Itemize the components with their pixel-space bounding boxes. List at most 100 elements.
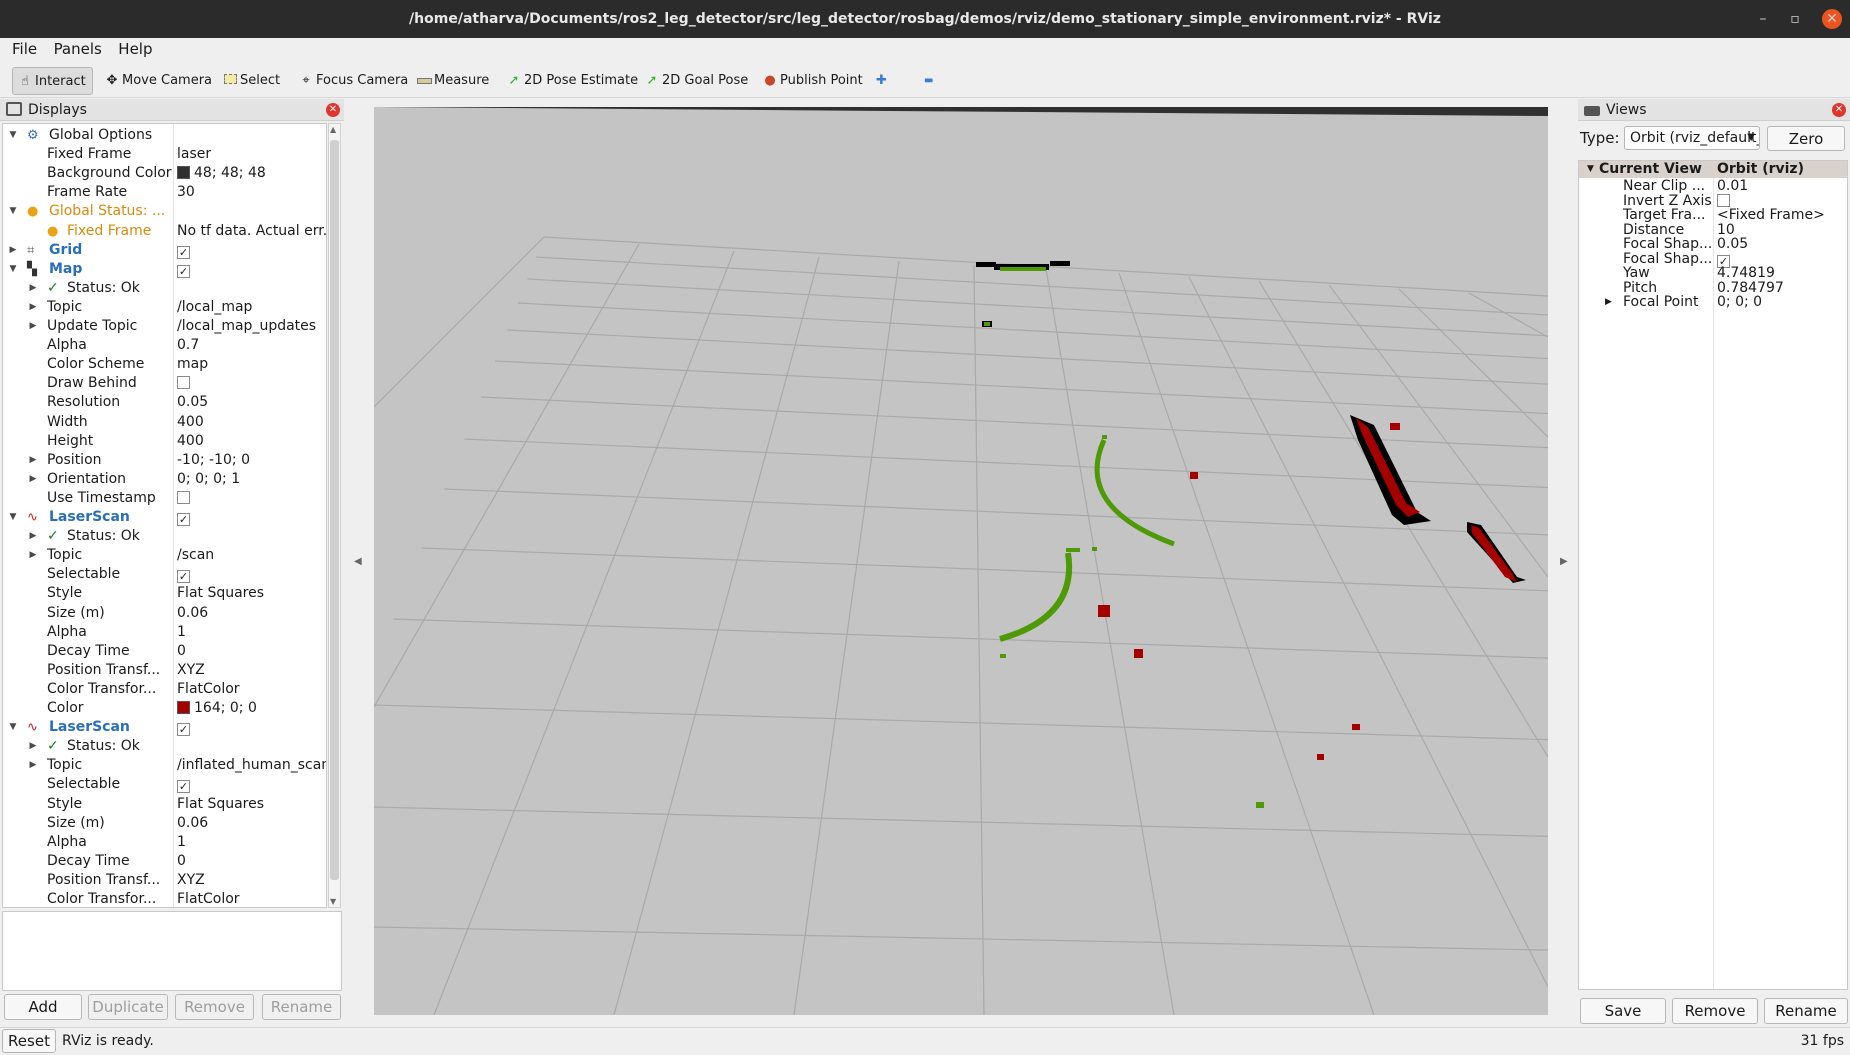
zero-button[interactable]: Zero [1767, 126, 1845, 151]
current-view-row[interactable]: ▼ Current View Orbit (rviz) [1579, 161, 1847, 178]
checkbox[interactable] [177, 376, 190, 390]
map-width-row[interactable]: Width 400 [3, 413, 326, 432]
human-laserscan-status-row[interactable]: ▶ ✓ Status: Ok [3, 737, 326, 756]
render-viewport[interactable] [374, 107, 1548, 1015]
2d-goal-pose-tool[interactable]: ➚ 2D Goal Pose [640, 67, 754, 95]
rename-display-button[interactable]: Rename [262, 994, 341, 1020]
human-laserscan-style-row[interactable]: Style Flat Squares [3, 795, 326, 814]
checkbox[interactable]: ✓ [177, 264, 190, 278]
views-tree[interactable]: ▼ Current View Orbit (rviz) Near Clip ..… [1578, 160, 1848, 990]
map-draw-behind-row[interactable]: Draw Behind [3, 374, 326, 393]
laserscan-decay-time-row[interactable]: Decay Time 0 [3, 642, 326, 661]
checkbox[interactable]: ✓ [177, 570, 190, 584]
expand-arrow-icon[interactable]: ▶ [27, 470, 39, 489]
scrollbar-thumb[interactable] [330, 140, 339, 880]
tree-scrollbar[interactable]: ▲ ▼ [328, 123, 341, 908]
map-update-topic-row[interactable]: ▶ Update Topic/local_map_updates [3, 317, 326, 336]
laserscan-display-row[interactable]: ▼ ∿ LaserScan ✓ [3, 508, 326, 527]
remove-tool-button[interactable]: ▬ [920, 67, 939, 95]
global-options-row[interactable]: ▼ ⚙ Global Options [3, 126, 326, 145]
human-laserscan-color-transformer-row[interactable]: Color Transfor... FlatColor [3, 890, 326, 907]
maximize-button[interactable]: ▫ [1780, 0, 1810, 38]
map-display-row[interactable]: ▼ ▚ Map ✓ [3, 260, 326, 279]
human-laserscan-alpha-row[interactable]: Alpha 1 [3, 833, 326, 852]
human-laserscan-position-transformer-row[interactable]: Position Transf... XYZ [3, 871, 326, 890]
expand-arrow-icon[interactable]: ▼ [1587, 161, 1594, 178]
laserscan-display-value[interactable]: ✓ [177, 508, 326, 527]
scroll-up-icon[interactable]: ▲ [330, 125, 336, 134]
checkbox[interactable] [177, 490, 190, 504]
laserscan-status-row[interactable]: ▶ ✓ Status: Ok [3, 527, 326, 546]
grid-display-value[interactable]: ✓ [177, 241, 326, 260]
expand-arrow-icon[interactable]: ▼ [7, 126, 19, 145]
fixed-frame-row[interactable]: Fixed Frame laser [3, 145, 326, 164]
checkbox[interactable]: ✓ [177, 780, 190, 794]
interact-tool[interactable]: ☝ Interact [12, 67, 93, 95]
select-tool[interactable]: Select [218, 67, 286, 95]
human-laserscan-display-row[interactable]: ▼ ∿ LaserScan ✓ [3, 718, 326, 737]
measure-tool[interactable]: Measure [412, 67, 495, 95]
expand-arrow-icon[interactable]: ▼ [7, 508, 19, 527]
checkbox[interactable]: ✓ [177, 513, 190, 526]
frame-rate-row[interactable]: Frame Rate 30 [3, 183, 326, 202]
remove-view-button[interactable]: Remove [1672, 998, 1758, 1024]
reset-button[interactable]: Reset [2, 1029, 56, 1053]
laserscan-color-row[interactable]: Color 164; 0; 0 [3, 699, 326, 718]
expand-arrow-icon[interactable]: ▼ [7, 718, 19, 737]
scroll-down-icon[interactable]: ▼ [330, 897, 336, 906]
rename-view-button[interactable]: Rename [1764, 998, 1848, 1024]
focal-point-row[interactable]: ▶ Focal Point 0; 0; 0 [1579, 294, 1847, 311]
map-display-value[interactable]: ✓ [177, 260, 326, 279]
grid-display-row[interactable]: ▶ ⌗ Grid ✓ [3, 241, 326, 260]
human-laserscan-decay-time-row[interactable]: Decay Time 0 [3, 852, 326, 871]
laserscan-style-row[interactable]: Style Flat Squares [3, 584, 326, 603]
focus-camera-tool[interactable]: ⌖ Focus Camera [294, 67, 414, 95]
laserscan-selectable-row[interactable]: Selectable ✓ [3, 565, 326, 584]
human-laserscan-display-value[interactable]: ✓ [177, 718, 326, 737]
map-color-scheme-row[interactable]: Color Scheme map [3, 355, 326, 374]
map-use-timestamp-row[interactable]: Use Timestamp [3, 489, 326, 508]
map-alpha-row[interactable]: Alpha 0.7 [3, 336, 326, 355]
close-window-button[interactable]: ✕ [1822, 9, 1842, 29]
laserscan-color-transformer-row[interactable]: Color Transfor... FlatColor [3, 680, 326, 699]
laserscan-alpha-row[interactable]: Alpha 1 [3, 623, 326, 642]
expand-arrow-icon[interactable]: ▶ [27, 546, 39, 565]
laserscan-topic-row[interactable]: ▶ Topic/scan [3, 546, 326, 565]
laserscan-size-row[interactable]: Size (m) 0.06 [3, 604, 326, 623]
view-type-select[interactable]: Orbit (rviz_default_plugins)▼ [1624, 126, 1760, 150]
minimize-button[interactable]: – [1748, 0, 1778, 38]
collapse-left-arrow[interactable]: ◀ [354, 556, 362, 567]
duplicate-display-button[interactable]: Duplicate [88, 994, 168, 1020]
map-topic-row[interactable]: ▶ Topic/local_map [3, 298, 326, 317]
laserscan-selectable-value[interactable]: ✓ [177, 565, 326, 584]
human-laserscan-selectable-value[interactable]: ✓ [177, 775, 326, 794]
map-position-row[interactable]: ▶ Position -10; -10; 0 [3, 451, 326, 470]
menu-panels[interactable]: Panels [42, 38, 102, 58]
checkbox[interactable]: ✓ [177, 723, 190, 737]
2d-pose-estimate-tool[interactable]: ➚ 2D Pose Estimate [502, 67, 644, 95]
menu-file[interactable]: File [0, 38, 37, 58]
save-view-button[interactable]: Save [1580, 998, 1666, 1024]
expand-arrow-icon[interactable]: ▶ [27, 737, 39, 756]
menu-help[interactable]: Help [106, 38, 152, 58]
add-display-button[interactable]: Add [4, 994, 82, 1020]
expand-arrow-icon[interactable]: ▶ [1605, 294, 1612, 311]
color-swatch[interactable] [177, 166, 190, 180]
map-resolution-row[interactable]: Resolution 0.05 [3, 393, 326, 412]
map-height-row[interactable]: Height 400 [3, 432, 326, 451]
human-laserscan-selectable-row[interactable]: Selectable ✓ [3, 775, 326, 794]
background-color-row[interactable]: Background Color 48; 48; 48 [3, 164, 326, 183]
checkbox[interactable]: ✓ [177, 245, 190, 259]
map-draw-behind-value[interactable] [177, 374, 326, 393]
collapse-right-arrow[interactable]: ▶ [1560, 556, 1568, 567]
close-panel-icon[interactable]: ✕ [326, 103, 340, 117]
fixed-frame-status-row[interactable]: ● Fixed Frame No tf data. Actual err... [3, 222, 326, 241]
displays-tree[interactable]: ▼ ⚙ Global Options Fixed Frame laser Backgrou… [2, 123, 327, 908]
color-swatch[interactable] [177, 701, 190, 714]
expand-arrow-icon[interactable]: ▶ [27, 756, 39, 775]
expand-arrow-icon[interactable]: ▶ [7, 241, 19, 260]
expand-arrow-icon[interactable]: ▶ [27, 317, 39, 336]
checkbox[interactable] [1717, 193, 1730, 207]
add-tool-button[interactable]: ✚ [872, 67, 893, 95]
expand-arrow-icon[interactable]: ▼ [7, 202, 19, 221]
